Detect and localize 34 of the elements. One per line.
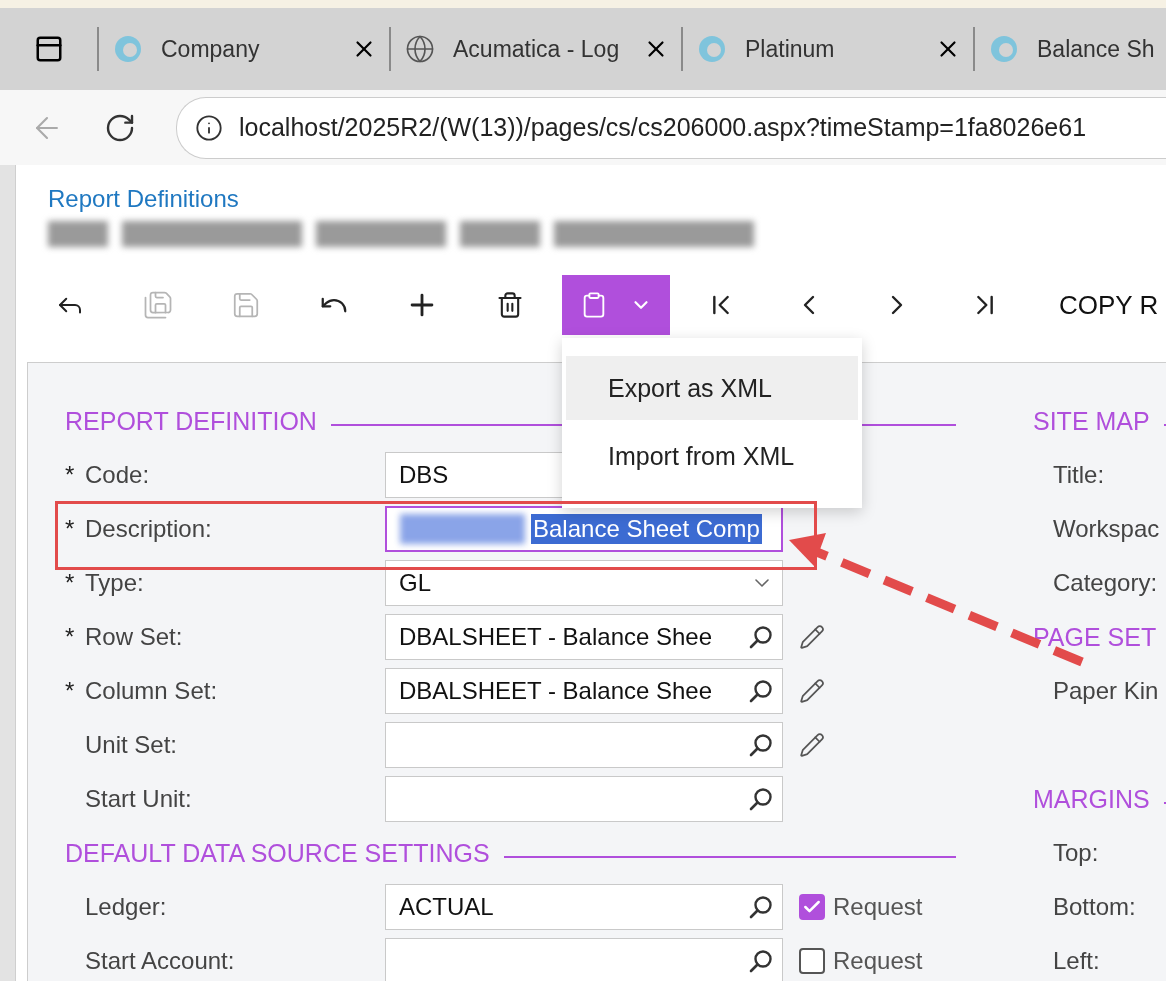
field-label: Title:	[1053, 461, 1105, 489]
field-label: Category:	[1053, 569, 1158, 597]
section-title: REPORT DEFINITION	[65, 406, 317, 436]
field-value: DBALSHEET - Balance Shee	[399, 677, 713, 705]
field-label: Start Account:	[85, 947, 236, 975]
field-value: DBS	[399, 461, 449, 489]
field-label: Code:	[85, 461, 151, 489]
field-value: DBALSHEET - Balance Shee	[399, 623, 713, 651]
required-mark: *	[65, 569, 76, 597]
required-mark: *	[65, 623, 76, 651]
field-label: Type:	[85, 569, 145, 597]
field-label: Bottom:	[1053, 893, 1136, 921]
field-value: ACTUAL	[399, 893, 494, 921]
section-title: DEFAULT DATA SOURCE SETTINGS	[65, 838, 490, 868]
required-mark: *	[65, 515, 76, 543]
field-label: Unit Set:	[85, 731, 179, 759]
field-label: Column Set:	[85, 677, 219, 705]
field-value: GL	[399, 569, 431, 597]
field-label: Row Set:	[85, 623, 184, 651]
selected-text: Balance Sheet Comp	[531, 514, 762, 544]
field-label: Workspac	[1053, 515, 1160, 543]
required-mark: *	[65, 461, 76, 489]
field-label: Description:	[85, 515, 213, 543]
section-title: SITE MAP	[1033, 406, 1150, 436]
section-title: MARGINS	[1033, 784, 1150, 814]
field-label: Left:	[1053, 947, 1100, 975]
required-mark: *	[65, 677, 76, 705]
field-label: Ledger:	[85, 893, 168, 921]
field-label: Paper Kin	[1053, 677, 1159, 705]
field-label: Top:	[1053, 839, 1099, 867]
section-title: PAGE SET	[1033, 622, 1157, 652]
checkbox-label: Request	[833, 947, 923, 975]
field-label: Start Unit:	[85, 785, 193, 813]
checkbox-label: Request	[833, 893, 923, 921]
